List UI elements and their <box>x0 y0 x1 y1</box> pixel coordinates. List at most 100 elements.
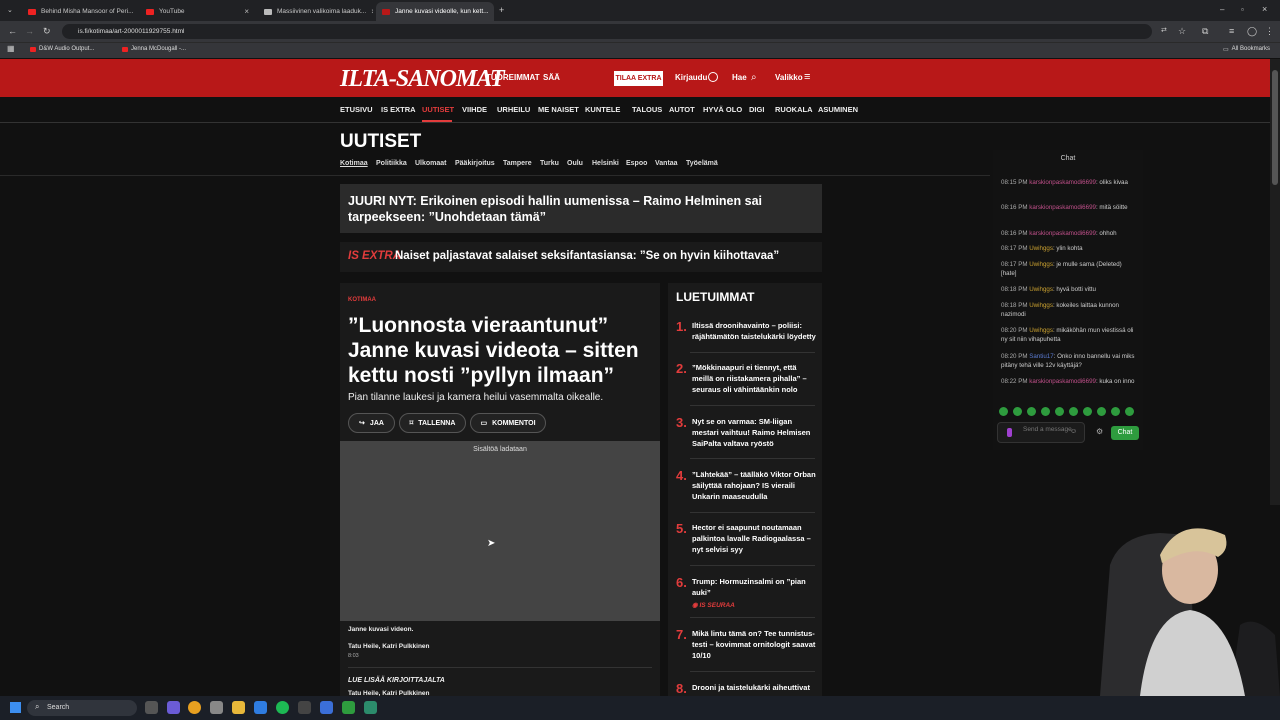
site-logo[interactable]: ILTA-SANOMAT <box>340 66 505 93</box>
tab-1[interactable]: Behind Misha Mansoor of Peri...× <box>22 2 137 21</box>
kick-icon[interactable] <box>342 701 355 714</box>
maximize-icon[interactable]: ▫ <box>1241 6 1244 14</box>
tab-search-icon[interactable]: ⌄ <box>7 7 13 14</box>
app-icon[interactable] <box>167 701 180 714</box>
share-button[interactable]: ↪ JAA <box>348 413 395 433</box>
is-extra-banner[interactable]: IS EXTRA Naiset paljastavat salaiset seks… <box>340 242 822 272</box>
store-icon[interactable] <box>210 701 223 714</box>
search-link[interactable]: Hae <box>732 73 747 82</box>
tab-3[interactable]: Massiivinen valikoima laaduk... × <box>258 2 373 21</box>
nav-talous[interactable]: TALOUS <box>632 105 662 114</box>
menu-link[interactable]: Valikko <box>775 73 803 82</box>
forward-icon[interactable]: → <box>25 27 34 36</box>
emote-icon[interactable] <box>1083 407 1092 416</box>
subscribe-button[interactable]: TILAA EXTRA <box>614 71 663 86</box>
subnav-vantaa[interactable]: Vantaa <box>655 160 678 167</box>
hamburger-icon[interactable]: ≡ <box>804 71 810 83</box>
breaking-news-banner[interactable]: JUURI NYT: Erikoinen episodi hallin uume… <box>340 184 822 233</box>
nav-ruokala[interactable]: RUOKALA <box>775 105 813 114</box>
bookmark-item[interactable]: D&W Audio Output... <box>30 46 94 52</box>
emote-icon[interactable] <box>1111 407 1120 416</box>
bookmark-item[interactable]: Jenna McDougall -... <box>122 46 186 52</box>
new-tab-icon[interactable]: + <box>499 6 504 15</box>
emoji-icon[interactable]: ☺ <box>1070 428 1077 435</box>
tab-4[interactable]: Janne kuvasi videolle, kun kett...× <box>376 2 494 21</box>
chat-user[interactable]: karskionpaskamodi6699 <box>1029 230 1096 237</box>
subnav-paakirjoitus[interactable]: Pääkirjoitus <box>455 160 495 167</box>
chrome-icon[interactable] <box>188 701 201 714</box>
taskbar-search[interactable]: Search <box>27 700 137 716</box>
nav-etusivu[interactable]: ETUSIVU <box>340 105 373 114</box>
subnav-ulkomaat[interactable]: Ulkomaat <box>415 160 447 167</box>
minimize-icon[interactable]: – <box>1220 6 1224 14</box>
subnav-politiikka[interactable]: Politiikka <box>376 160 407 167</box>
chat-user[interactable]: Uwihggs <box>1029 302 1053 309</box>
subnav-espoo[interactable]: Espoo <box>626 160 647 167</box>
most-read-item[interactable]: 3. Nyt se on varmaa: SM-liigan mestari va… <box>676 416 818 449</box>
app-icon[interactable] <box>364 701 377 714</box>
subnav-kotimaa[interactable]: Kotimaa <box>340 160 368 167</box>
save-button[interactable]: ⌑ TALLENNA <box>399 413 466 433</box>
nav-hyva-olo[interactable]: HYVÄ OLO <box>703 105 742 114</box>
nav-urheilu[interactable]: URHEILU <box>497 105 530 114</box>
subnav-turku[interactable]: Turku <box>540 160 559 167</box>
search-icon[interactable]: ⌕ <box>751 72 757 83</box>
scrollbar-thumb[interactable] <box>1272 70 1278 185</box>
emote-icon[interactable] <box>1041 407 1050 416</box>
emote-icon[interactable] <box>1125 407 1134 416</box>
most-read-item[interactable]: 8. Drooni ja taistelukärki aiheuttivat <box>676 682 818 696</box>
file-explorer-icon[interactable] <box>232 701 245 714</box>
spotify-icon[interactable] <box>276 701 289 714</box>
nav-me-naiset[interactable]: ME NAISET <box>538 105 579 114</box>
profile-icon[interactable]: ◯ <box>1247 27 1257 36</box>
nav-is-extra[interactable]: IS EXTRA <box>381 105 416 114</box>
chat-user[interactable]: Uwihggs <box>1029 327 1053 334</box>
chat-user[interactable]: karskionpaskamodi6699 <box>1029 204 1096 211</box>
windows-start-icon[interactable] <box>10 702 21 713</box>
emote-icon[interactable] <box>1097 407 1106 416</box>
reload-icon[interactable]: ↻ <box>43 27 51 36</box>
nav-autot[interactable]: AUTOT <box>669 105 695 114</box>
article-authors[interactable]: Tatu Heile, Katri Pulkkinen <box>348 643 430 650</box>
nav-kuntele[interactable]: KUNTELE <box>585 105 620 114</box>
most-read-item[interactable]: 6. Trump: Hormuzinsalmi on ”pian auki” <box>676 576 818 598</box>
most-read-item[interactable]: 2. ”Mökkinaapuri ei tiennyt, että meillä … <box>676 362 818 395</box>
media-icon[interactable]: ≡ <box>1229 27 1234 36</box>
apps-icon[interactable]: ▦ <box>7 45 15 53</box>
login-link[interactable]: Kirjaudu <box>675 73 707 82</box>
comment-button[interactable]: ▭ KOMMENTOI <box>470 413 546 433</box>
tab-2[interactable]: YouTube × <box>140 2 255 21</box>
chat-user[interactable]: karskionpaskamodi6699 <box>1029 179 1096 186</box>
chat-user[interactable]: Uwihggs <box>1029 245 1053 252</box>
more-icon[interactable]: ⋮ <box>1265 27 1274 36</box>
subnav-tyoelama[interactable]: Työelämä <box>686 160 718 167</box>
nav-saa[interactable]: SÄÄ <box>543 73 560 82</box>
chat-user[interactable]: Uwihggs <box>1029 261 1053 268</box>
app-icon[interactable] <box>320 701 333 714</box>
nav-asuminen[interactable]: ASUMINEN <box>818 105 858 114</box>
nav-uutiset[interactable]: UUTISET <box>422 105 454 114</box>
all-bookmarks[interactable]: ▭ All Bookmarks <box>1223 46 1270 53</box>
task-view-icon[interactable] <box>145 701 158 714</box>
emote-icon[interactable] <box>1069 407 1078 416</box>
extensions-icon[interactable]: ⧉ <box>1202 27 1208 36</box>
most-read-item[interactable]: 5. Hector ei saapunut noutamaan palkintoa… <box>676 522 818 555</box>
user-icon[interactable] <box>708 72 718 82</box>
chat-user[interactable]: karskionpaskamodi6699 <box>1029 378 1096 385</box>
window-close-icon[interactable]: × <box>1262 5 1267 14</box>
most-read-item[interactable]: 7. Mikä lintu tämä on? Tee tunnistus-test… <box>676 628 818 661</box>
nav-tuoreimmat[interactable]: TUOREIMMAT <box>486 73 540 82</box>
most-read-item[interactable]: 1. Iltissä droonihavainto – poliisi: räjä… <box>676 320 818 342</box>
bookmark-star-icon[interactable]: ☆ <box>1178 27 1186 36</box>
emote-icon[interactable] <box>1027 407 1036 416</box>
subnav-oulu[interactable]: Oulu <box>567 160 583 167</box>
article-category[interactable]: KOTIMAA <box>348 297 376 303</box>
close-icon[interactable]: × <box>371 7 373 16</box>
chat-user[interactable]: Uwihggs <box>1029 286 1053 293</box>
close-icon[interactable]: × <box>244 7 249 16</box>
emote-icon[interactable] <box>999 407 1008 416</box>
chat-user[interactable]: Santiu17 <box>1029 353 1053 360</box>
settings-gear-icon[interactable]: ⚙ <box>1096 427 1103 436</box>
nav-viihde[interactable]: VIIHDE <box>462 105 487 114</box>
url-input[interactable]: is.fi/kotimaa/art-2000011929755.html <box>62 24 1152 39</box>
